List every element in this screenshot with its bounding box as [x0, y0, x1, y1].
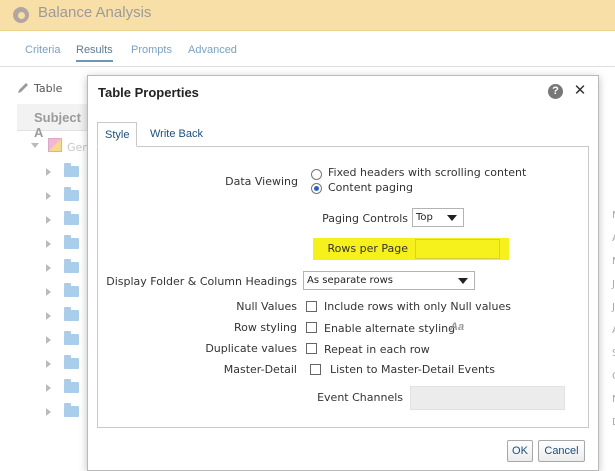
tree-item[interactable] [28, 235, 88, 251]
tree-root-label[interactable]: Gen [67, 141, 89, 154]
folder-icon [64, 307, 79, 321]
help-icon[interactable]: ? [548, 84, 563, 99]
paging-controls-value: Top [416, 212, 433, 223]
subject-areas-label: Subject A [34, 110, 81, 140]
master-detail-checkbox[interactable] [310, 364, 321, 375]
duplicate-values-label: Duplicate values [205, 342, 297, 355]
expand-triangle-icon[interactable] [46, 168, 51, 176]
folder-icon [64, 283, 79, 297]
tree-item[interactable] [28, 163, 88, 179]
folder-icon [64, 379, 79, 393]
ok-button[interactable]: OK [507, 440, 533, 462]
tree-item[interactable] [28, 355, 88, 371]
fixed-headers-option-label[interactable]: Fixed headers with scrolling content [328, 166, 526, 179]
tab-criteria[interactable]: Criteria [25, 44, 60, 56]
expand-triangle-icon[interactable] [46, 240, 51, 248]
row-styling-label: Row styling [234, 321, 297, 334]
duplicate-values-option-label[interactable]: Repeat in each row [324, 343, 430, 356]
tree-item[interactable] [28, 187, 88, 203]
master-detail-label: Master-Detail [223, 363, 297, 376]
cancel-button[interactable]: Cancel [538, 440, 585, 462]
folder-icon [64, 331, 79, 345]
close-icon[interactable]: ✕ [572, 82, 588, 98]
folder-headings-label: Display Folder & Column Headings [106, 275, 297, 288]
app-title: Balance Analysis [38, 4, 152, 21]
rows-per-page-input[interactable] [415, 239, 500, 259]
expand-triangle-icon[interactable] [46, 264, 51, 272]
tab-results[interactable]: Results [76, 44, 113, 62]
expand-triangle-icon[interactable] [46, 192, 51, 200]
app-logo-icon [13, 7, 29, 23]
app-header: Balance Analysis [0, 0, 615, 31]
tree-item[interactable] [28, 283, 88, 299]
tab-write-back[interactable]: Write Back [143, 122, 210, 147]
folder-headings-select[interactable]: As separate rows [303, 271, 475, 290]
expand-triangle-icon[interactable] [46, 216, 51, 224]
subject-area-icon [48, 138, 62, 152]
folder-icon [64, 235, 79, 249]
expand-triangle-icon[interactable] [46, 288, 51, 296]
null-values-label: Null Values [236, 300, 297, 313]
table-properties-dialog: Table Properties ? ✕ Style Write Back Da… [87, 75, 599, 471]
tab-prompts[interactable]: Prompts [131, 44, 172, 56]
dropdown-arrow-icon [447, 215, 457, 221]
expand-triangle-icon[interactable] [46, 360, 51, 368]
row-styling-option-label[interactable]: Enable alternate styling [324, 322, 455, 335]
tab-style[interactable]: Style [97, 122, 138, 147]
data-viewing-label: Data Viewing [225, 175, 298, 188]
content-paging-option-label[interactable]: Content paging [328, 181, 413, 194]
tree-item[interactable] [28, 211, 88, 227]
fixed-headers-radio[interactable] [311, 169, 322, 180]
tree-item[interactable] [28, 403, 88, 419]
table-view-label[interactable]: Table [34, 82, 62, 95]
content-paging-radio[interactable] [311, 183, 322, 194]
event-channels-input[interactable] [410, 386, 565, 410]
tree-item[interactable] [28, 379, 88, 395]
rows-per-page-label: Rows per Page [327, 242, 408, 255]
expand-triangle-icon[interactable] [46, 408, 51, 416]
background-column-strip: M A M J J A S O N D [600, 100, 615, 471]
paging-controls-select[interactable]: Top [412, 208, 464, 227]
master-detail-option-label[interactable]: Listen to Master-Detail Events [330, 363, 495, 376]
null-values-option-label[interactable]: Include rows with only Null values [324, 300, 511, 313]
folder-icon [64, 259, 79, 273]
tab-advanced[interactable]: Advanced [188, 44, 237, 56]
folder-icon [64, 187, 79, 201]
folder-headings-value: As separate rows [307, 275, 393, 286]
folder-icon [64, 211, 79, 225]
tree-item[interactable] [28, 259, 88, 275]
analysis-tabs: Criteria Results Prompts Advanced [0, 40, 615, 67]
dropdown-arrow-icon [458, 278, 468, 284]
collapse-triangle-icon[interactable] [31, 143, 39, 148]
alternate-styling-format-icon[interactable]: Aa [450, 321, 464, 333]
expand-triangle-icon[interactable] [46, 336, 51, 344]
event-channels-label: Event Channels [317, 391, 403, 404]
folder-icon [64, 355, 79, 369]
tree-item[interactable] [28, 331, 88, 347]
expand-triangle-icon[interactable] [46, 312, 51, 320]
folder-icon [64, 163, 79, 177]
duplicate-values-checkbox[interactable] [306, 343, 317, 354]
pencil-icon[interactable] [17, 82, 31, 94]
null-values-checkbox[interactable] [306, 301, 317, 312]
tree-item[interactable] [28, 307, 88, 323]
paging-controls-label: Paging Controls [322, 212, 408, 225]
row-styling-checkbox[interactable] [306, 322, 317, 333]
subject-areas-header: Subject A [17, 104, 89, 140]
expand-triangle-icon[interactable] [46, 384, 51, 392]
dialog-title: Table Properties [98, 85, 199, 100]
folder-icon [64, 403, 79, 417]
